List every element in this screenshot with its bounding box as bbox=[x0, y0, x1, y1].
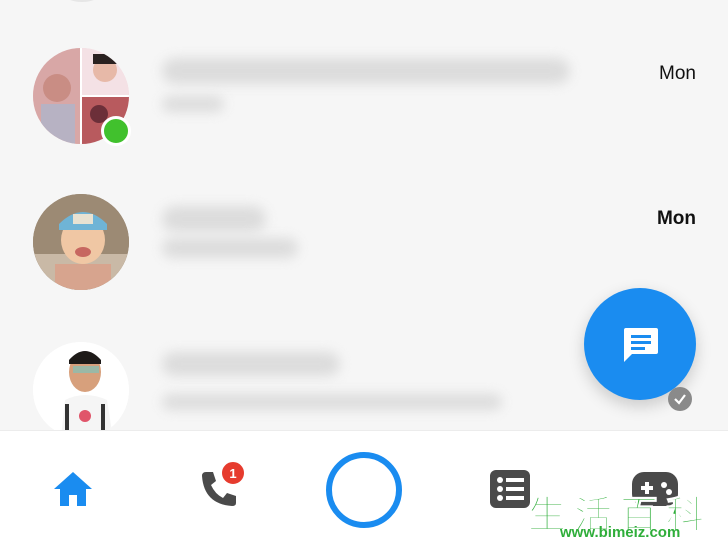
message-preview-blurred bbox=[162, 238, 298, 258]
watermark: 生活百科 www.bimeiz.com bbox=[527, 484, 724, 542]
timestamp: Mon bbox=[659, 63, 696, 84]
message-preview-blurred bbox=[162, 96, 224, 112]
timestamp: Mon bbox=[656, 208, 696, 229]
conversation-row[interactable]: Mon bbox=[0, 26, 728, 166]
online-indicator bbox=[101, 116, 131, 146]
new-message-button[interactable] bbox=[584, 288, 696, 400]
message-preview-blurred bbox=[162, 394, 502, 410]
new-message-icon bbox=[624, 328, 658, 362]
previous-avatar-edge bbox=[64, 0, 100, 2]
camera-button[interactable] bbox=[326, 452, 402, 528]
contact-name-blurred bbox=[162, 206, 266, 232]
contact-name-blurred bbox=[162, 58, 570, 84]
check-icon bbox=[674, 394, 686, 405]
tab-calls[interactable]: 1 bbox=[198, 460, 246, 510]
tab-people[interactable] bbox=[490, 470, 530, 508]
contact-name-blurred bbox=[162, 352, 340, 376]
man-avatar bbox=[33, 342, 129, 430]
conversation-row[interactable]: Mon bbox=[0, 170, 728, 310]
watermark-url: www.bimeiz.com bbox=[560, 524, 681, 541]
home-icon bbox=[54, 472, 92, 506]
people-list-icon bbox=[490, 470, 530, 508]
tab-home[interactable] bbox=[52, 470, 94, 508]
child-avatar bbox=[33, 194, 129, 290]
seen-indicator bbox=[668, 387, 692, 411]
missed-calls-badge: 1 bbox=[220, 460, 246, 486]
